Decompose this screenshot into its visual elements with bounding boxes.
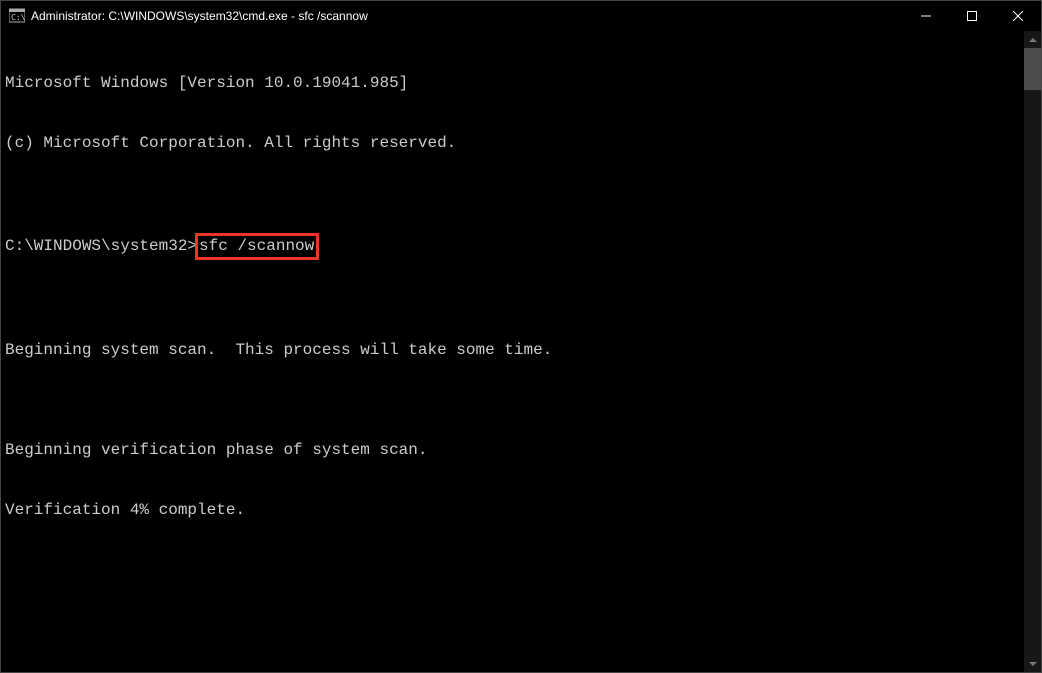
window-title: Administrator: C:\WINDOWS\system32\cmd.e… — [31, 9, 903, 23]
window-titlebar[interactable]: C:\ Administrator: C:\WINDOWS\system32\c… — [1, 1, 1041, 31]
minimize-button[interactable] — [903, 1, 949, 31]
scroll-thumb[interactable] — [1024, 48, 1041, 90]
prompt: C:\WINDOWS\system32> — [5, 237, 197, 255]
command-text: sfc /scannow — [199, 237, 314, 255]
vertical-scrollbar[interactable] — [1024, 31, 1041, 672]
close-button[interactable] — [995, 1, 1041, 31]
output-line: Beginning verification phase of system s… — [5, 440, 1024, 460]
scroll-down-arrow-icon[interactable] — [1024, 655, 1041, 672]
scroll-up-arrow-icon[interactable] — [1024, 31, 1041, 48]
terminal-wrapper: Microsoft Windows [Version 10.0.19041.98… — [1, 31, 1041, 672]
output-line: Beginning system scan. This process will… — [5, 340, 1024, 360]
output-line: Microsoft Windows [Version 10.0.19041.98… — [5, 73, 1024, 93]
command-highlight: sfc /scannow — [195, 233, 319, 260]
output-line: Verification 4% complete. — [5, 500, 1024, 520]
svg-text:C:\: C:\ — [11, 13, 25, 22]
cmd-icon: C:\ — [9, 8, 25, 24]
maximize-button[interactable] — [949, 1, 995, 31]
prompt-line: C:\WINDOWS\system32>sfc /scannow — [5, 233, 1024, 260]
terminal-output[interactable]: Microsoft Windows [Version 10.0.19041.98… — [1, 31, 1024, 672]
window-controls — [903, 1, 1041, 31]
output-line: (c) Microsoft Corporation. All rights re… — [5, 133, 1024, 153]
